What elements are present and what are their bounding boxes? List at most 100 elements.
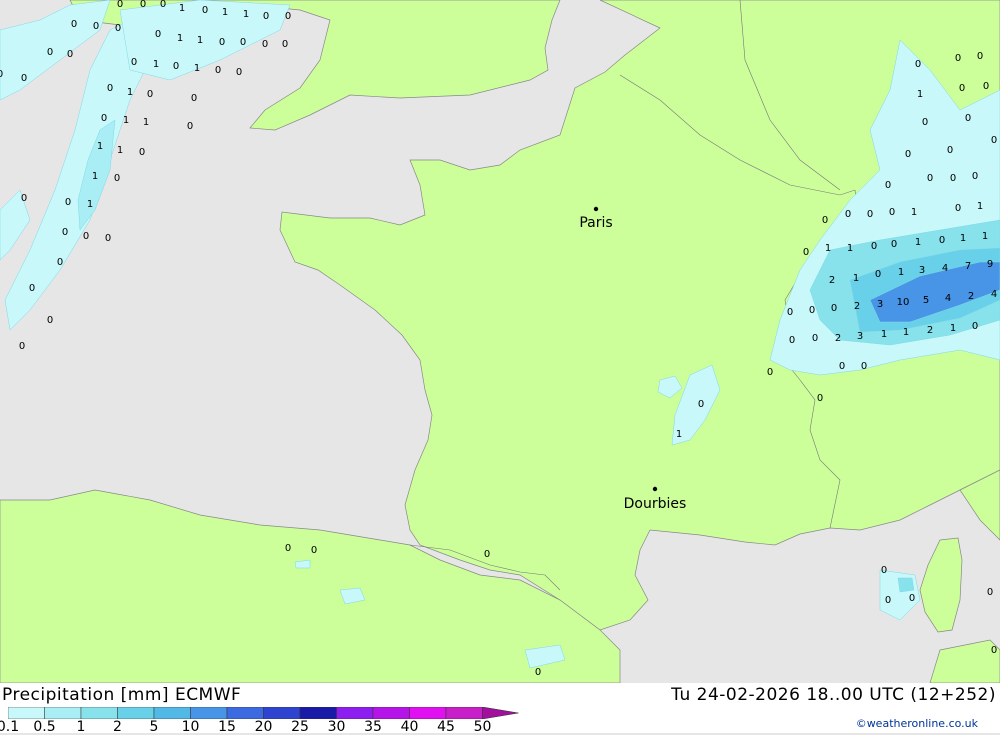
precip-value-label: 0 [93, 21, 99, 32]
precip-value-label: 0 [861, 361, 867, 372]
precip-value-label: 0 [871, 241, 877, 252]
precip-value-label: 0 [939, 235, 945, 246]
precip-value-label: 0 [140, 0, 146, 10]
precip-value-label: 0 [83, 231, 89, 242]
precip-value-label: 3 [919, 265, 925, 276]
precip-value-label: 0 [107, 83, 113, 94]
precip-value-label: 1 [143, 117, 149, 128]
precip-value-label: 0 [950, 173, 956, 184]
precip-value-label: 0 [905, 149, 911, 160]
precip-value-label: 1 [825, 243, 831, 254]
map-footer: Precipitation [mm] ECMWF Tu 24-02-2026 1… [0, 683, 1000, 735]
legend-swatch [44, 707, 82, 719]
legend-swatch [336, 707, 374, 719]
map-title: Precipitation [mm] ECMWF [2, 685, 242, 705]
precip-value-label: 0 [57, 257, 63, 268]
precip-value-label: 0 [115, 23, 121, 34]
precip-value-label: 0 [117, 0, 123, 10]
precip-value-label: 0 [215, 65, 221, 76]
precip-value-label: 0 [959, 83, 965, 94]
precip-value-label: 4 [945, 293, 951, 304]
precip-value-label: 0 [202, 5, 208, 16]
legend-arrow [482, 707, 519, 719]
precip-value-label: 0 [885, 595, 891, 606]
city-marker-paris [593, 206, 599, 212]
precip-value-label: 1 [960, 233, 966, 244]
precip-value-label: 0 [817, 393, 823, 404]
credit-link[interactable]: ©weatheronline.co.uk [856, 717, 978, 730]
precip-value-label: 0 [139, 147, 145, 158]
precip-value-label: 1 [153, 59, 159, 70]
precip-value-label: 0 [191, 93, 197, 104]
precip-value-label: 1 [915, 237, 921, 248]
precip-value-label: 1 [977, 201, 983, 212]
precip-value-label: 0 [922, 117, 928, 128]
precip-corsica-strong [897, 577, 915, 593]
legend-swatch [226, 707, 264, 719]
precip-value-label: 3 [857, 331, 863, 342]
precip-value-label: 0 [105, 233, 111, 244]
precip-value-label: 0 [987, 587, 993, 598]
city-marker-dourbies [652, 486, 658, 492]
precip-value-label: 1 [197, 35, 203, 46]
precip-value-label: 0 [47, 315, 53, 326]
precip-value-label: 0 [839, 361, 845, 372]
precip-value-label: 0 [812, 333, 818, 344]
precip-value-label: 1 [87, 199, 93, 210]
precip-value-label: 2 [835, 333, 841, 344]
precip-value-label: 0 [867, 209, 873, 220]
precip-value-label: 1 [92, 171, 98, 182]
precip-value-label: 10 [897, 297, 910, 308]
precip-value-label: 0 [262, 39, 268, 50]
precip-value-label: 0 [71, 19, 77, 30]
precip-value-label: 0 [155, 29, 161, 40]
precip-value-label: 0 [21, 73, 27, 84]
precip-value-label: 0 [131, 57, 137, 68]
precip-value-label: 1 [898, 267, 904, 278]
city-label-dourbies: Dourbies [624, 496, 687, 512]
precip-value-label: 1 [982, 231, 988, 242]
precip-value-label: 0 [955, 53, 961, 64]
precip-value-label: 0 [65, 197, 71, 208]
precip-value-label: 3 [877, 299, 883, 310]
precip-value-label: 0 [219, 37, 225, 48]
precip-value-label: 4 [942, 263, 948, 274]
precip-value-label: 0 [972, 171, 978, 182]
precip-legend-labels: 0.1 0.5 1 2 5 10 15 20 25 30 35 40 45 50 [0, 719, 520, 735]
precip-value-label: 0 [282, 39, 288, 50]
precip-value-label: 0 [809, 305, 815, 316]
precip-value-label: 2 [829, 275, 835, 286]
precip-value-label: 0 [875, 269, 881, 280]
precip-value-label: 0 [955, 203, 961, 214]
precip-value-label: 0 [983, 81, 989, 92]
legend-swatch [372, 707, 410, 719]
precip-value-label: 4 [991, 289, 997, 300]
precip-value-label: 0 [767, 367, 773, 378]
precip-value-label: 0 [965, 113, 971, 124]
precip-value-label: 0 [240, 37, 246, 48]
precip-value-label: 0 [889, 207, 895, 218]
precip-value-label: 0 [29, 283, 35, 294]
precip-value-label: 0 [187, 121, 193, 132]
precip-value-label: 1 [177, 33, 183, 44]
precip-value-label: 2 [854, 301, 860, 312]
precip-value-label: 0 [885, 180, 891, 191]
city-label-paris: Paris [579, 215, 612, 231]
precip-value-label: 0 [881, 565, 887, 576]
precip-value-label: 0 [19, 341, 25, 352]
legend-swatch [153, 707, 191, 719]
precip-value-label: 0 [803, 247, 809, 258]
precipitation-map: 0001011000000110000000101000001000110110… [0, 0, 1000, 683]
precip-value-label: 1 [917, 89, 923, 100]
precip-value-label: 0 [991, 135, 997, 146]
legend-swatch [190, 707, 228, 719]
precip-value-label: 0 [173, 61, 179, 72]
precip-value-label: 0 [147, 89, 153, 100]
precip-value-label: 0 [21, 193, 27, 204]
legend-swatch [8, 707, 45, 719]
precip-value-label: 0 [484, 549, 490, 560]
precip-value-label: 0 [977, 51, 983, 62]
precip-value-label: 1 [194, 63, 200, 74]
precip-value-label: 0 [285, 11, 291, 22]
precip-value-label: 1 [881, 329, 887, 340]
